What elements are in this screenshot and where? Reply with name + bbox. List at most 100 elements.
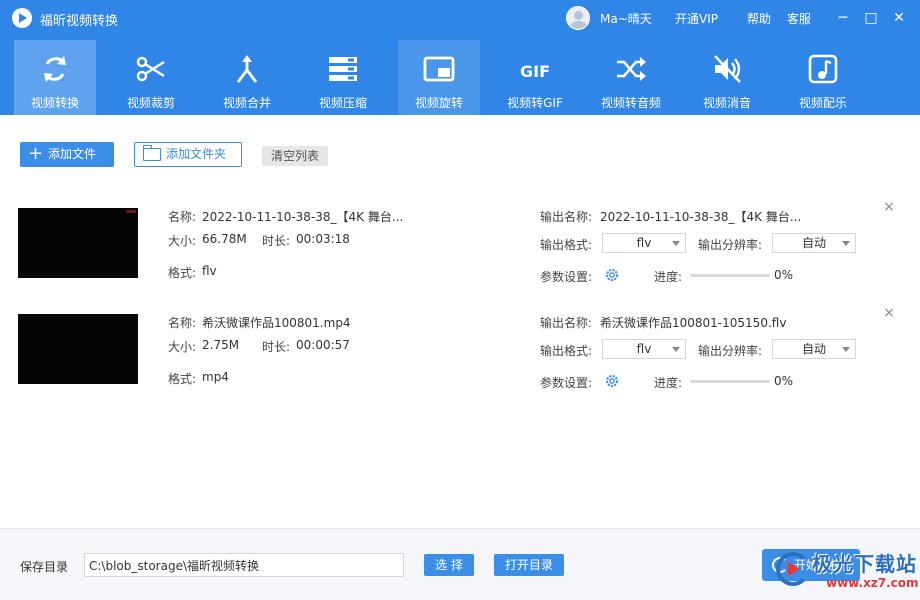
merge-icon: [236, 55, 258, 83]
gear-icon[interactable]: [604, 373, 620, 389]
params-label: 参数设置:: [540, 376, 593, 390]
watermark-text: 极光下载站: [812, 552, 917, 576]
output-resolution-select[interactable]: 自动: [772, 339, 856, 359]
output-resolution-label: 输出分辨率:: [698, 344, 763, 358]
maximize-button[interactable]: □: [861, 8, 881, 28]
file-duration: 00:03:18: [296, 232, 350, 246]
save-path-input[interactable]: [84, 553, 404, 577]
remove-file-icon[interactable]: ×: [882, 200, 896, 214]
tab-label: 视频旋转: [414, 96, 463, 110]
chevron-down-icon: [842, 241, 850, 246]
app-logo-icon: [12, 8, 32, 28]
output-resolution-value: 自动: [801, 236, 826, 250]
save-dir-label: 保存目录: [20, 560, 69, 574]
chevron-down-icon: [672, 347, 680, 352]
close-button[interactable]: ✕: [889, 8, 909, 28]
output-format-select[interactable]: flv: [602, 339, 686, 359]
clear-list-button[interactable]: 清空列表: [262, 146, 328, 166]
bottom-bar: 保存目录 选 择 打开目录 开始转换 极光下载站 www.xz7.com: [0, 528, 920, 600]
chevron-down-icon: [842, 347, 850, 352]
size-label: 大小:: [168, 340, 197, 354]
watermark: 极光下载站 www.xz7.com: [776, 546, 919, 590]
folder-icon: [143, 145, 161, 161]
rotate-icon: [423, 56, 455, 82]
tab-video-music[interactable]: 视频配乐: [782, 40, 864, 115]
file-row: 名称: 希沃微课作品100801.mp4 大小: 2.75M 时长: 00:00…: [0, 302, 920, 402]
add-file-label: 添加文件: [48, 147, 97, 161]
file-size: 2.75M: [202, 338, 240, 352]
tab-video-rotate[interactable]: 视频旋转: [398, 40, 480, 115]
progress-bar: [690, 274, 770, 277]
output-format-select[interactable]: flv: [602, 233, 686, 253]
add-folder-label: 添加文件夹: [166, 147, 227, 161]
duration-label: 时长:: [262, 340, 291, 354]
gif-icon: GIF: [520, 62, 550, 81]
file-name: 2022-10-11-10-38-38_【4K 舞台...: [202, 210, 404, 224]
tab-label: 视频转GIF: [507, 96, 563, 110]
progress-value: 0%: [774, 374, 794, 388]
output-format-label: 输出格式:: [540, 344, 593, 358]
username[interactable]: Ma~晴天: [600, 10, 652, 27]
video-thumbnail[interactable]: [18, 208, 138, 278]
tab-video-compress[interactable]: 视频压缩: [302, 40, 384, 115]
vip-link[interactable]: 开通VIP: [675, 10, 718, 27]
tab-label: 视频消音: [702, 96, 751, 110]
watermark-url: www.xz7.com: [826, 576, 919, 590]
file-duration: 00:00:57: [296, 338, 350, 352]
gear-icon[interactable]: [604, 267, 620, 283]
add-file-button[interactable]: + 添加文件: [20, 142, 114, 167]
add-folder-button[interactable]: 添加文件夹: [134, 142, 242, 167]
format-label: 格式:: [168, 372, 197, 386]
output-name-label: 输出名称:: [540, 316, 593, 330]
service-link[interactable]: 客服: [787, 10, 811, 27]
titlebar: 福昕视频转换 Ma~晴天 开通VIP 帮助 客服 ─ □ ✕: [0, 0, 920, 36]
scissors-icon: [136, 56, 165, 82]
file-name: 希沃微课作品100801.mp4: [202, 316, 351, 330]
output-resolution-label: 输出分辨率:: [698, 238, 763, 252]
minimize-button[interactable]: ─: [833, 8, 853, 28]
tab-video-audio[interactable]: 视频转音频: [590, 40, 672, 115]
progress-label: 进度:: [654, 376, 683, 390]
file-row: 名称: 2022-10-11-10-38-38_【4K 舞台... 大小: 66…: [0, 196, 920, 296]
tab-video-gif[interactable]: GIF 视频转GIF: [494, 40, 576, 115]
output-name[interactable]: 2022-10-11-10-38-38_【4K 舞台...: [600, 208, 801, 225]
output-name-label: 输出名称:: [540, 210, 593, 224]
video-thumbnail[interactable]: [18, 314, 138, 384]
tab-video-mute[interactable]: 视频消音: [686, 40, 768, 115]
refresh-icon: [44, 56, 66, 82]
tab-label: 视频转音频: [600, 96, 661, 110]
tab-video-cut[interactable]: 视频裁剪: [110, 40, 192, 115]
tab-label: 视频压缩: [318, 96, 367, 110]
output-format-label: 输出格式:: [540, 238, 593, 252]
size-label: 大小:: [168, 234, 197, 248]
shuffle-icon: [617, 57, 646, 81]
output-resolution-select[interactable]: 自动: [772, 233, 856, 253]
choose-dir-button[interactable]: 选 择: [424, 554, 474, 576]
tab-label: 视频合并: [222, 96, 271, 110]
progress-label: 进度:: [654, 270, 683, 284]
output-resolution-value: 自动: [801, 342, 826, 356]
header: 福昕视频转换 Ma~晴天 开通VIP 帮助 客服 ─ □ ✕ 视频转换 视频裁剪…: [0, 0, 920, 115]
params-label: 参数设置:: [540, 270, 593, 284]
remove-file-icon[interactable]: ×: [882, 306, 896, 320]
compress-icon: [329, 57, 357, 81]
tab-label: 视频转换: [30, 96, 79, 110]
tab-label: 视频配乐: [798, 96, 847, 110]
help-link[interactable]: 帮助: [747, 10, 771, 27]
watermark-logo-icon: [776, 552, 810, 586]
output-format-value: flv: [636, 342, 652, 356]
output-name[interactable]: 希沃微课作品100801-105150.flv: [600, 314, 786, 331]
progress-value: 0%: [774, 268, 794, 282]
name-label: 名称:: [168, 210, 197, 224]
open-dir-button[interactable]: 打开目录: [494, 554, 564, 576]
tab-label: 视频裁剪: [126, 96, 175, 110]
avatar[interactable]: [566, 6, 590, 30]
gif-glyph: GIF: [520, 62, 550, 81]
tab-video-convert[interactable]: 视频转换: [14, 40, 96, 115]
thumbnail-mark: [126, 210, 136, 213]
chevron-down-icon: [672, 241, 680, 246]
tab-video-merge[interactable]: 视频合并: [206, 40, 288, 115]
progress-bar: [690, 380, 770, 383]
mute-icon: [714, 55, 741, 83]
music-icon: [808, 54, 838, 84]
